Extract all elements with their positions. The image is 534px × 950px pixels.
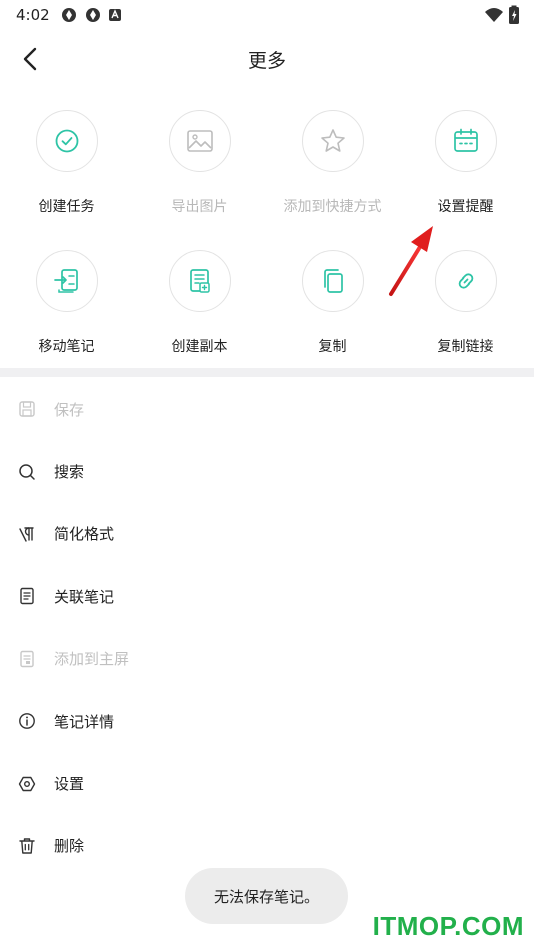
home-screen-icon	[18, 650, 36, 668]
app-bar: 更多	[0, 30, 534, 86]
action-grid: 创建任务 导出图片 添加到快捷方式 设置提醒 移动笔记 创建副本 复制 复制链接	[0, 100, 534, 365]
grid-label: 复制	[318, 339, 347, 355]
menu-item-label: 删除	[54, 837, 85, 856]
action-circle	[35, 110, 98, 172]
section-divider	[0, 368, 534, 377]
grid-label: 导出图片	[171, 199, 228, 215]
grid-label: 移动笔记	[38, 339, 95, 355]
menu-item-clear-format[interactable]: 简化格式	[0, 503, 534, 565]
notification-icon	[85, 8, 100, 22]
clear-format-icon	[18, 525, 36, 543]
action-circle	[301, 110, 364, 172]
create-copy-button[interactable]: 创建副本	[133, 250, 266, 356]
search-icon	[18, 463, 36, 481]
menu-item-search[interactable]: 搜索	[0, 440, 534, 502]
info-icon	[18, 712, 36, 730]
annotation-arrow-icon	[389, 226, 433, 296]
menu-item-label: 添加到主屏	[54, 650, 130, 669]
action-circle	[35, 250, 98, 312]
action-circle	[434, 110, 497, 172]
action-circle	[168, 110, 231, 172]
status-bar: 4:02	[0, 0, 534, 30]
export-image-button[interactable]: 导出图片	[133, 110, 266, 216]
menu-item-label: 设置	[54, 775, 85, 794]
menu-item-label: 保存	[54, 400, 85, 419]
menu-item-label: 笔记详情	[54, 712, 115, 731]
save-icon	[18, 400, 36, 418]
add-shortcut-button[interactable]: 添加到快捷方式	[266, 110, 399, 216]
status-notifications	[60, 6, 122, 24]
menu-list: 保存 搜索 简化格式 关联笔记 添加到主屏 笔记详情 设置 删除	[0, 378, 534, 877]
trash-icon	[18, 837, 36, 855]
action-circle	[168, 250, 231, 312]
copy-button[interactable]: 复制	[266, 250, 399, 356]
toast-message: 无法保存笔记。	[185, 868, 348, 924]
menu-item-save[interactable]: 保存	[0, 378, 534, 440]
watermark-text: ITMOP.COM	[372, 911, 524, 941]
status-system-icons	[484, 5, 520, 25]
move-note-button[interactable]: 移动笔记	[0, 250, 133, 356]
set-reminder-button[interactable]: 设置提醒	[399, 110, 532, 216]
check-circle-icon	[55, 129, 78, 153]
calendar-icon	[453, 128, 478, 152]
grid-label: 创建副本	[171, 339, 228, 355]
action-circle	[301, 250, 364, 312]
duplicate-icon	[189, 269, 210, 293]
menu-item-note-details[interactable]: 笔记详情	[0, 690, 534, 752]
image-icon	[186, 130, 213, 152]
settings-icon	[18, 775, 36, 793]
menu-item-add-home-screen[interactable]: 添加到主屏	[0, 628, 534, 690]
link-icon	[458, 273, 473, 289]
create-task-button[interactable]: 创建任务	[0, 110, 133, 216]
menu-item-settings[interactable]: 设置	[0, 752, 534, 814]
menu-item-linked-note[interactable]: 关联笔记	[0, 565, 534, 627]
grid-label: 创建任务	[38, 199, 95, 215]
wifi-icon	[485, 8, 503, 22]
page-title: 更多	[247, 50, 286, 72]
action-circle	[434, 250, 497, 312]
battery-icon	[509, 5, 519, 24]
grid-label: 复制链接	[437, 339, 494, 355]
star-icon	[320, 129, 345, 152]
grid-label: 设置提醒	[437, 199, 494, 215]
status-time: 4:02	[16, 6, 50, 24]
menu-item-label: 简化格式	[54, 525, 115, 544]
app-icon	[108, 9, 121, 21]
move-note-icon	[53, 269, 78, 293]
grid-label: 添加到快捷方式	[283, 199, 382, 215]
menu-item-label: 搜索	[54, 463, 85, 482]
copy-icon	[323, 269, 343, 293]
notification-icon	[61, 8, 76, 22]
linked-note-icon	[18, 587, 36, 605]
menu-item-label: 关联笔记	[54, 587, 115, 606]
